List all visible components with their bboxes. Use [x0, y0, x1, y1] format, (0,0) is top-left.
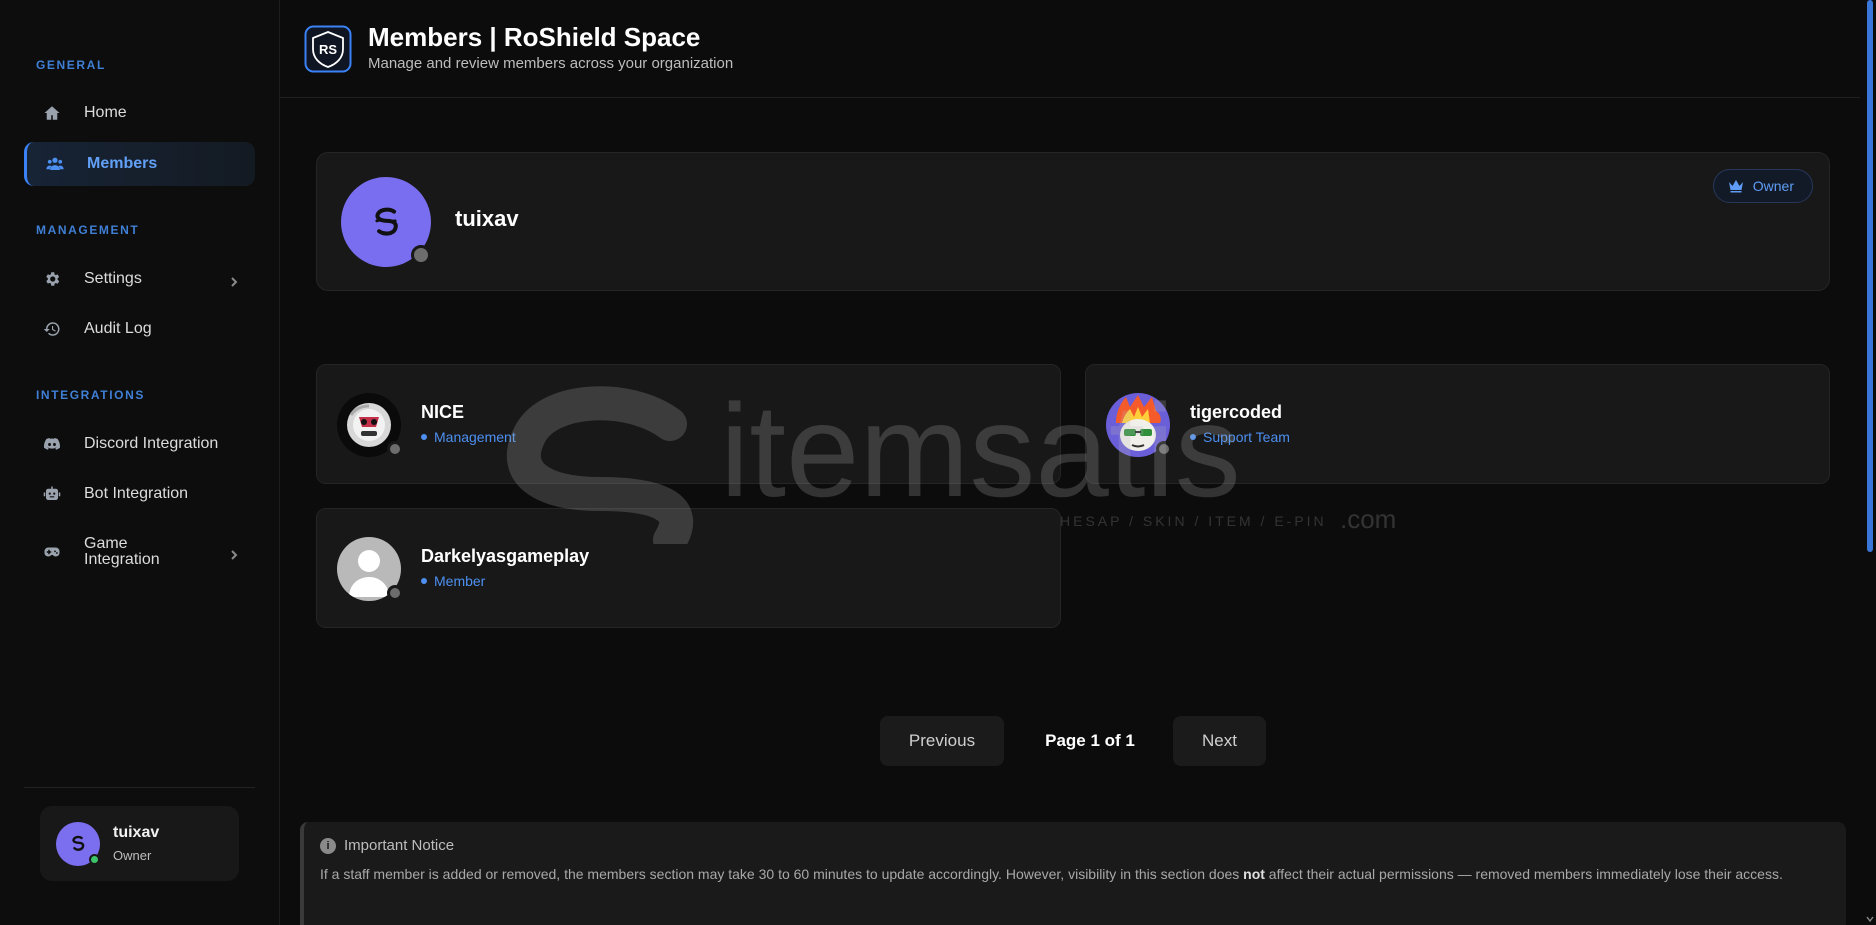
user-logo-icon [72, 835, 85, 851]
notice-title: Important Notice [344, 837, 455, 854]
important-notice: i Important Notice If a staff member is … [300, 822, 1846, 925]
app-root: GENERAL Home Members MANAGEMENT Settings [0, 0, 1876, 925]
role-dot [1190, 434, 1196, 440]
watermark-suffix: .com [1340, 504, 1396, 534]
home-icon [42, 103, 62, 123]
page-indicator: Page 1 of 1 [1045, 731, 1135, 750]
avatar [1106, 393, 1172, 457]
section-management-label: MANAGEMENT [36, 223, 140, 237]
sidebar-item-label: Discord Integration [84, 435, 219, 452]
notice-header: i Important Notice [320, 837, 454, 854]
avatar [56, 821, 100, 866]
sidebar-item-label: Settings [84, 270, 142, 287]
sidebar-item-label: Bot Integration [84, 485, 189, 502]
owner-card: tuixav Owner [316, 152, 1830, 291]
page-scrollbar[interactable] [1864, 0, 1876, 925]
member-card[interactable]: Darkelyasgameplay Member [316, 508, 1061, 628]
section-integrations-label: INTEGRATIONS [36, 388, 145, 402]
current-user-card[interactable]: tuixav Owner [40, 806, 239, 881]
scroll-down-arrow-icon[interactable] [1866, 915, 1874, 923]
member-role: Support Team [1190, 429, 1290, 445]
next-page-button[interactable]: Next [1173, 716, 1266, 766]
sidebar-item-audit-log[interactable]: Audit Log [24, 307, 255, 351]
sidebar-item-game-integration[interactable]: Game Integration [24, 530, 255, 574]
robot-icon [42, 484, 62, 504]
member-role: Management [421, 429, 516, 445]
section-general-label: GENERAL [36, 58, 106, 72]
owner-name: tuixav [455, 206, 519, 231]
member-name: tigercoded [1190, 402, 1283, 422]
chevron-right-icon [229, 547, 239, 560]
sidebar-item-label: Home [84, 104, 127, 121]
member-name: Darkelyasgameplay [421, 546, 590, 566]
role-dot [421, 578, 427, 584]
user-logo-icon [375, 207, 398, 236]
users-icon [45, 154, 65, 174]
offline-status-dot [387, 441, 403, 457]
owner-badge: Owner [1712, 169, 1813, 203]
sidebar-item-label: Audit Log [84, 320, 152, 337]
sidebar-item-discord-integration[interactable]: Discord Integration [24, 422, 255, 466]
current-user-name: tuixav [113, 824, 160, 841]
offline-status-dot [1156, 441, 1172, 457]
scrollbar-thumb[interactable] [1867, 0, 1873, 552]
info-icon: i [320, 837, 336, 854]
sidebar-divider [24, 787, 255, 788]
owner-avatar [341, 177, 431, 267]
watermark-tagline: HESAP / SKIN / ITEM / E-PIN [1060, 513, 1327, 529]
history-icon [42, 319, 62, 339]
offline-status-dot [411, 245, 431, 265]
page-header: RS Members | RoShield Space Manage and r… [280, 0, 1860, 98]
member-card[interactable]: NICE Management [316, 364, 1061, 484]
avatar [337, 537, 403, 601]
sidebar-item-settings[interactable]: Settings [24, 257, 255, 301]
previous-page-button[interactable]: Previous [880, 716, 1004, 766]
notice-body: If a staff member is added or removed, t… [320, 866, 1783, 882]
crown-icon [1728, 180, 1743, 193]
avatar [337, 393, 403, 457]
member-name: NICE [421, 402, 465, 422]
online-status-dot [89, 853, 100, 865]
member-card[interactable]: tigercoded Support Team [1085, 364, 1830, 484]
sidebar-item-label: Game Integration [84, 535, 160, 568]
discord-icon [42, 434, 62, 454]
current-user-role: Owner [113, 848, 152, 863]
role-dot [421, 434, 427, 440]
logo-text: RS [319, 42, 337, 57]
gamepad-icon [42, 542, 62, 562]
roshield-logo: RS [304, 25, 352, 73]
page-subtitle: Manage and review members across your or… [368, 55, 734, 72]
chevron-right-icon [229, 274, 239, 287]
member-role: Member [421, 573, 485, 589]
sidebar: GENERAL Home Members MANAGEMENT Settings [0, 0, 280, 925]
sidebar-item-label: Members [87, 155, 158, 172]
gear-icon [42, 269, 62, 289]
page-title: Members | RoShield Space [368, 22, 701, 52]
owner-badge-label: Owner [1752, 178, 1794, 194]
sidebar-item-members[interactable]: Members [24, 142, 255, 186]
sidebar-item-bot-integration[interactable]: Bot Integration [24, 472, 255, 516]
offline-status-dot [387, 585, 403, 601]
sidebar-item-home[interactable]: Home [24, 91, 255, 135]
